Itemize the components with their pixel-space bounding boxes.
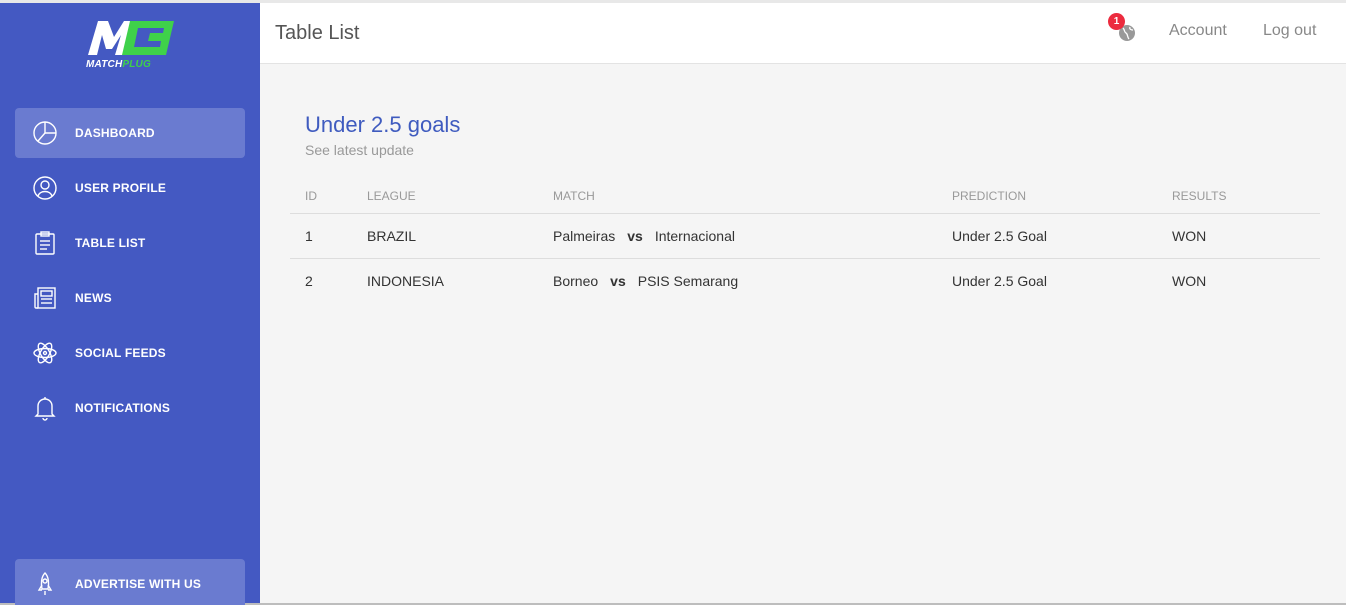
home-team: Palmeiras	[553, 227, 616, 244]
account-link[interactable]: Account	[1169, 22, 1227, 40]
user-icon	[30, 173, 60, 203]
sidebar-nav: DASHBOARD USER PROFILE TABLE LIST NEWS S…	[15, 108, 245, 438]
sidebar-item-user-profile[interactable]: USER PROFILE	[15, 163, 245, 213]
cell-id: 2	[305, 272, 313, 289]
sidebar: MATCHPLUG DASHBOARD USER PROFILE TABLE L…	[0, 3, 260, 605]
clipboard-icon	[30, 228, 60, 258]
logo-text: MATCHPLUG	[86, 59, 151, 70]
sidebar-item-label: DASHBOARD	[75, 126, 155, 140]
header-match: MATCH	[553, 180, 952, 214]
notifications-button[interactable]: 1	[1108, 13, 1136, 42]
advertise-label: ADVERTISE WITH US	[75, 577, 202, 591]
away-team: PSIS Semarang	[637, 272, 739, 289]
sidebar-item-label: USER PROFILE	[75, 181, 167, 195]
cell-league: INDONESIA	[367, 272, 445, 289]
away-team: Internacional	[654, 227, 735, 244]
cell-id: 1	[290, 213, 367, 259]
sidebar-item-dashboard[interactable]: DASHBOARD	[15, 108, 245, 158]
cell-match: Palmeiras vs Internacional	[553, 213, 952, 259]
bell-icon	[30, 393, 60, 423]
table-row: 2 INDONESIA Borneo vs PSIS Semarang Under …	[290, 258, 1320, 303]
pie-chart-icon	[30, 118, 60, 148]
card-subtitle: See latest update	[305, 142, 414, 158]
table-header-row: ID LEAGUE MATCH PREDICTION RESULTS	[290, 180, 1320, 214]
header-league: LEAGUE	[367, 180, 553, 214]
sidebar-item-notifications[interactable]: NOTIFICATIONS	[15, 383, 245, 433]
home-team: Borneo	[553, 272, 599, 289]
cell-result: WON	[1172, 272, 1207, 289]
cell-league: BRAZIL	[367, 213, 553, 259]
sidebar-item-label: NOTIFICATIONS	[75, 401, 171, 415]
predictions-table: ID LEAGUE MATCH PREDICTION RESULTS 1 BRA…	[290, 180, 1320, 303]
rocket-icon	[30, 569, 60, 599]
cell-prediction: Under 2.5 Goal	[952, 272, 1047, 289]
header-prediction: PREDICTION	[952, 180, 1172, 214]
cell-result: WON	[1172, 213, 1320, 259]
advertise-button[interactable]: ADVERTISE WITH US	[15, 559, 245, 605]
header-id: ID	[290, 180, 367, 214]
newspaper-icon	[30, 283, 60, 313]
logout-link[interactable]: Log out	[1263, 22, 1316, 40]
cell-prediction: Under 2.5 Goal	[952, 213, 1172, 259]
card-title: Under 2.5 goals	[305, 112, 461, 137]
top-navbar: Table List 1 Account Log out	[260, 3, 1346, 64]
notification-badge: 1	[1108, 13, 1125, 30]
vs-label: vs	[627, 227, 643, 244]
sidebar-item-label: SOCIAL FEEDS	[75, 346, 166, 360]
sidebar-item-social-feeds[interactable]: SOCIAL FEEDS	[15, 328, 245, 378]
vs-label: vs	[610, 272, 626, 289]
sidebar-item-news[interactable]: NEWS	[15, 273, 245, 323]
sidebar-item-table-list[interactable]: TABLE LIST	[15, 218, 245, 268]
atom-icon	[30, 338, 60, 368]
header-results: RESULTS	[1172, 180, 1320, 214]
page-title: Table List	[275, 22, 360, 44]
table-row: 1 BRAZIL Palmeiras vs Internacional Under …	[290, 213, 1320, 259]
sidebar-item-label: NEWS	[75, 291, 112, 305]
cell-match: Borneo vs PSIS Semarang	[553, 258, 952, 303]
sidebar-item-label: TABLE LIST	[75, 236, 146, 250]
